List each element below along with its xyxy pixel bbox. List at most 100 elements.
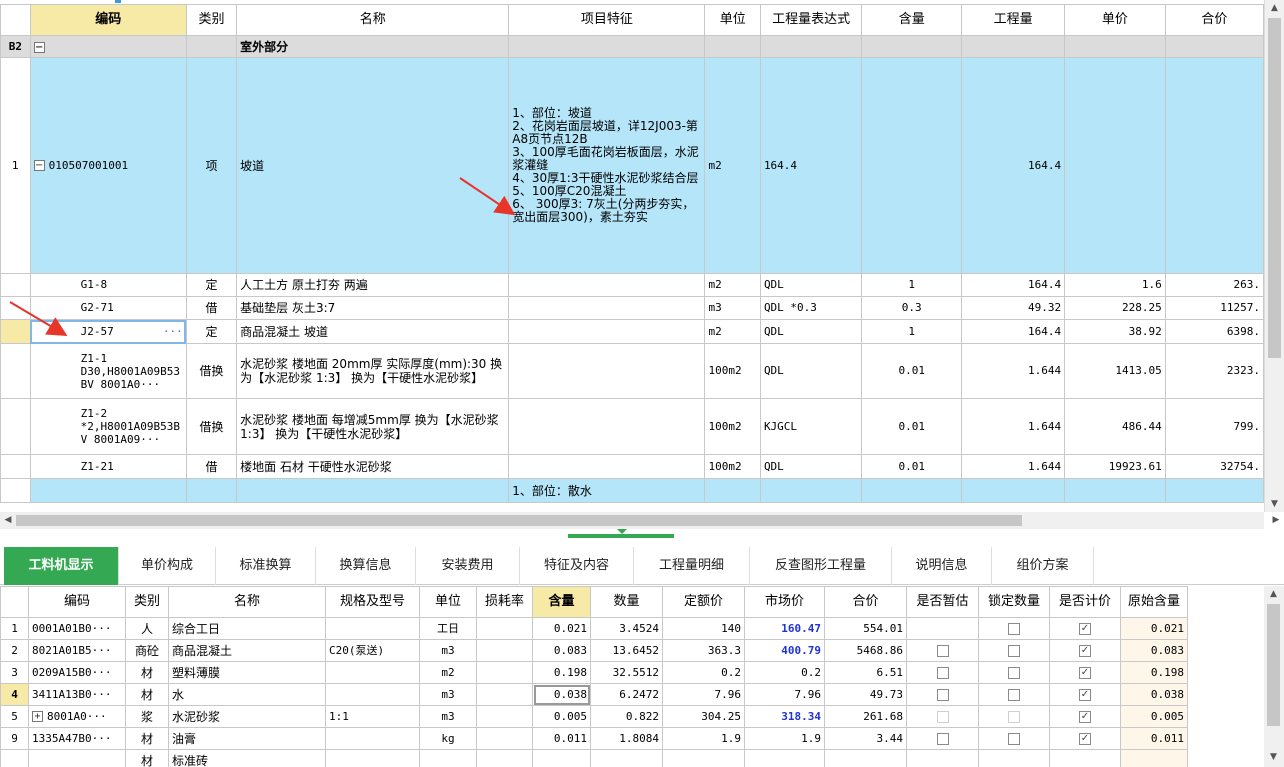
quota-type[interactable]: 借换 — [185, 343, 238, 399]
material-market-price[interactable]: 1.9 — [744, 727, 825, 750]
quota-price[interactable]: 228.25 — [1064, 296, 1166, 320]
quota-price[interactable]: 1.6 — [1064, 273, 1166, 297]
header-temp[interactable]: 是否暂估 — [906, 586, 979, 618]
header-lock[interactable]: 锁定数量 — [978, 586, 1050, 618]
material-loss[interactable] — [476, 661, 533, 684]
header-total[interactable]: 合价 — [824, 586, 907, 618]
material-amount[interactable]: 3.4524 — [590, 617, 663, 640]
pane-splitter[interactable] — [0, 529, 1284, 543]
lock-quantity-checkbox[interactable] — [978, 617, 1050, 640]
checkbox-icon[interactable] — [936, 711, 949, 723]
header-code[interactable]: 编码 — [28, 586, 126, 618]
material-spec[interactable] — [325, 617, 420, 640]
quota-content[interactable]: 0.01 — [861, 343, 963, 399]
quota-code[interactable]: G1-8 — [29, 273, 187, 297]
material-unit[interactable]: kg — [419, 727, 477, 750]
header-content[interactable]: 含量 — [861, 4, 963, 36]
quota-price[interactable]: 19923.61 — [1064, 454, 1166, 479]
checkbox-icon[interactable] — [1008, 733, 1020, 745]
material-type[interactable]: 材 — [125, 727, 169, 750]
quota-row[interactable]: G2-71 借 基础垫层 灰土3:7 m3 QDL *0.3 0.3 49.32… — [0, 296, 1264, 320]
scroll-thumb[interactable] — [1268, 18, 1281, 358]
checkbox-icon[interactable]: ✓ — [1079, 733, 1091, 745]
quota-type[interactable]: 借换 — [185, 398, 238, 455]
scroll-up-icon[interactable]: ▲ — [1264, 586, 1283, 602]
quota-price[interactable]: 38.92 — [1064, 319, 1166, 344]
quota-expr[interactable]: QDL *0.3 — [759, 296, 863, 320]
bill-feature[interactable]: 1、部位：坡道 2、花岗岩面层坡道，详12J003-第A8页节点12B 3、10… — [508, 57, 706, 274]
scroll-up-icon[interactable]: ▲ — [1265, 0, 1284, 16]
material-content[interactable]: 0.005 — [532, 705, 591, 728]
collapse-arrow-icon[interactable] — [617, 529, 627, 534]
lock-quantity-checkbox[interactable] — [978, 727, 1050, 750]
checkbox-icon[interactable] — [1008, 623, 1020, 635]
material-code[interactable]: 3411A13B0··· — [28, 683, 126, 706]
quota-type[interactable]: 借 — [185, 454, 238, 479]
material-type[interactable]: 材 — [125, 661, 169, 684]
material-row[interactable]: 3 0209A15B0··· 材塑料薄膜 m2 0.198 32.5512 0.2 0.2 6.… — [0, 661, 1188, 684]
header-priced[interactable]: 是否计价 — [1049, 586, 1121, 618]
material-name[interactable]: 水 — [168, 683, 326, 706]
bill-price[interactable] — [1064, 57, 1166, 274]
bill-vertical-scrollbar[interactable]: ▲ ▼ — [1264, 0, 1284, 512]
priced-checkbox[interactable]: ✓ — [1049, 727, 1121, 750]
checkbox-icon[interactable]: ✓ — [1079, 645, 1091, 657]
header-total[interactable]: 合价 — [1164, 4, 1264, 36]
material-loss[interactable] — [476, 617, 533, 640]
quota-qty[interactable]: 1.644 — [961, 398, 1066, 455]
material-code[interactable]: 1335A47B0··· — [28, 727, 126, 750]
quota-price[interactable]: 1413.05 — [1064, 343, 1166, 399]
checkbox-icon[interactable]: ✓ — [1079, 667, 1091, 679]
quota-total[interactable]: 2323. — [1164, 343, 1264, 399]
material-type[interactable]: 人 — [125, 617, 169, 640]
tab-standard-conversion[interactable]: 标准换算 — [216, 547, 316, 585]
bill-item-row[interactable]: 1 −010507001001 项 坡道 1、部位：坡道 2、花岗岩面层坡道，详… — [0, 57, 1264, 274]
quota-total[interactable]: 263. — [1164, 273, 1264, 297]
collapse-icon[interactable]: − — [33, 41, 45, 53]
scroll-down-icon[interactable]: ▼ — [1265, 496, 1284, 512]
header-content[interactable]: 含量 — [532, 586, 591, 618]
material-content[interactable]: 0.083 — [532, 639, 591, 662]
quota-content[interactable]: 0.01 — [861, 454, 963, 479]
material-type[interactable]: 材 — [125, 749, 169, 767]
checkbox-icon[interactable] — [936, 667, 949, 679]
material-unit[interactable]: m3 — [419, 683, 477, 706]
tab-description[interactable]: 说明信息 — [892, 547, 992, 585]
temp-estimate-checkbox[interactable] — [906, 639, 979, 662]
quota-type[interactable]: 定 — [185, 273, 238, 297]
quota-name[interactable]: 楼地面 石材 干硬性水泥砂浆 — [236, 454, 510, 479]
header-amount[interactable]: 数量 — [590, 586, 663, 618]
bill-type[interactable]: 项 — [185, 57, 238, 274]
checkbox-icon[interactable] — [936, 689, 949, 701]
quota-code-editing[interactable]: J2-57 ··· — [29, 319, 187, 344]
material-row[interactable]: 1 0001A01B0··· 人综合工日 工日 0.021 3.4524 140 160.47… — [0, 617, 1188, 640]
material-type[interactable]: 浆 — [125, 705, 169, 728]
material-name[interactable]: 水泥砂浆 — [168, 705, 326, 728]
quota-unit[interactable]: m2 — [704, 319, 761, 344]
material-spec[interactable] — [325, 661, 420, 684]
material-amount[interactable]: 0.822 — [590, 705, 663, 728]
material-name[interactable]: 标准砖 — [168, 749, 326, 767]
quota-row[interactable]: Z1-21 借 楼地面 石材 干硬性水泥砂浆 100m2 QDL 0.01 1.… — [0, 454, 1264, 479]
header-corner[interactable] — [0, 586, 29, 618]
expand-icon[interactable]: + — [32, 711, 43, 722]
header-spec[interactable]: 规格及型号 — [325, 586, 420, 618]
material-spec[interactable] — [325, 683, 420, 706]
material-total[interactable]: 5468.86 — [824, 639, 907, 662]
material-row[interactable]: 9 1335A47B0··· 材油膏 kg 0.011 1.8084 1.9 1.9 3.44 ✓… — [0, 727, 1188, 750]
checkbox-icon[interactable]: ✓ — [1079, 711, 1091, 723]
material-loss[interactable] — [476, 639, 533, 662]
quota-total[interactable]: 11257. — [1164, 296, 1264, 320]
material-market-price[interactable]: 160.47 — [744, 617, 825, 640]
material-market-price[interactable]: 0.2 — [744, 661, 825, 684]
quota-name[interactable]: 水泥砂浆 楼地面 每增减5mm厚 换为【水泥砂浆 1:3】 换为【干硬性水泥砂浆… — [236, 398, 510, 455]
header-expr[interactable]: 工程量表达式 — [759, 4, 863, 36]
quota-content[interactable]: 1 — [861, 319, 963, 344]
material-code[interactable]: 0209A15B0··· — [28, 661, 126, 684]
scroll-left-icon[interactable]: ◀ — [0, 512, 16, 529]
quota-qty[interactable]: 164.4 — [961, 319, 1066, 344]
material-spec[interactable] — [325, 727, 420, 750]
checkbox-icon[interactable] — [1008, 645, 1020, 657]
material-code[interactable]: 0001A01B0··· — [28, 617, 126, 640]
bill-unit[interactable]: m2 — [704, 57, 761, 274]
